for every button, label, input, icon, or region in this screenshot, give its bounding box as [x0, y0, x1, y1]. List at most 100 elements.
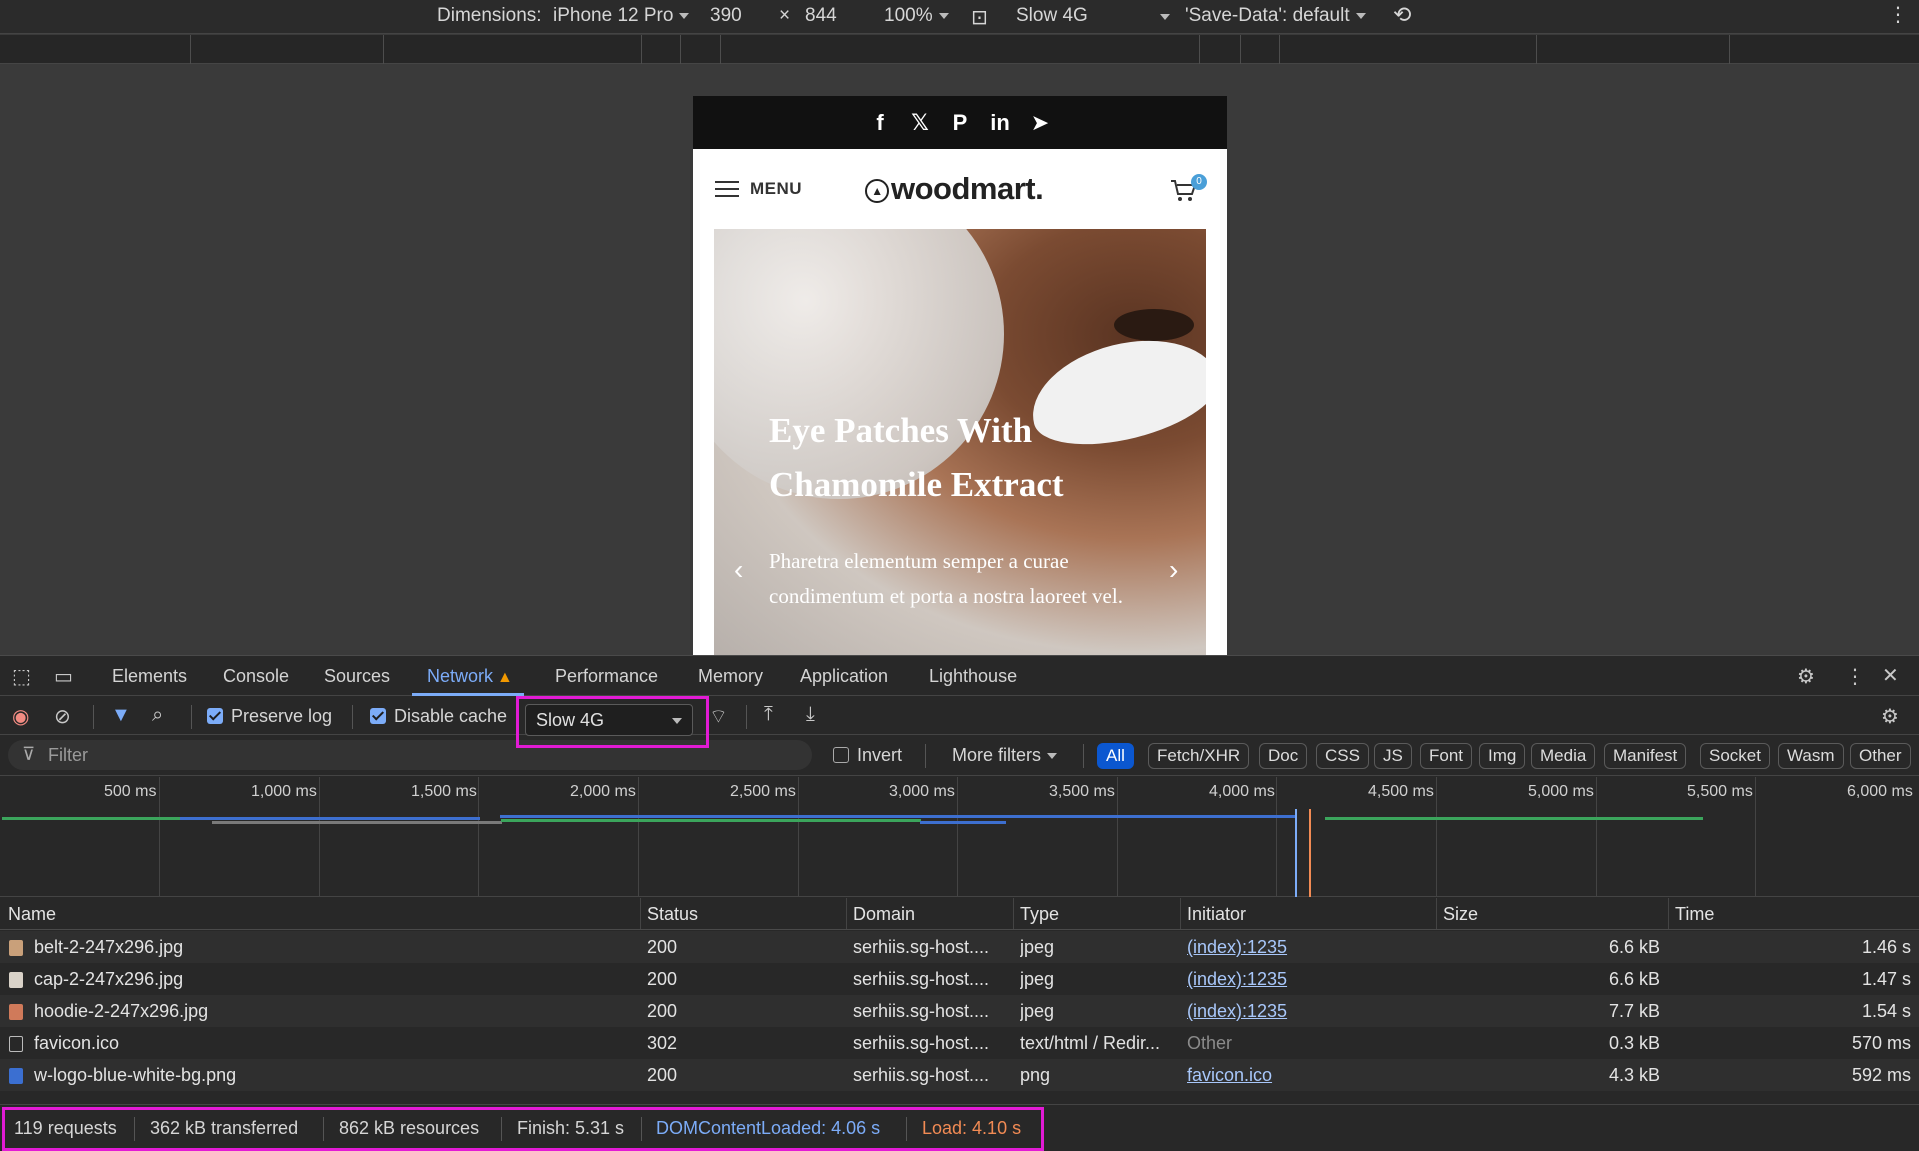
cell-domain: serhiis.sg-host.... — [853, 969, 990, 989]
chip-all[interactable]: All — [1097, 743, 1134, 769]
chip-doc[interactable]: Doc — [1259, 743, 1308, 769]
filter-icon[interactable]: ▼ — [111, 704, 131, 727]
column-time[interactable]: Time — [1675, 904, 1714, 925]
cell-initiator[interactable]: (index):1235 — [1187, 1001, 1432, 1022]
menu-label[interactable]: MENU — [750, 179, 802, 199]
tick-label: 2,500 ms — [730, 783, 796, 800]
linkedin-icon[interactable]: in — [989, 110, 1011, 136]
cell-time: 1.46 s — [1861, 937, 1911, 957]
hero-subtitle: Pharetra elementum semper a curae condim… — [769, 549, 1123, 608]
table-row[interactable]: hoodie-2-247x296.jpg 200 serhiis.sg-host..… — [0, 995, 1919, 1027]
cell-initiator[interactable]: (index):1235 — [1187, 969, 1432, 990]
cell-initiator[interactable]: favicon.ico — [1187, 1065, 1432, 1086]
table-row[interactable]: belt-2-247x296.jpg 200 serhiis.sg-host....… — [0, 931, 1919, 963]
tab-network[interactable]: Network ▲ — [427, 666, 513, 687]
chip-socket[interactable]: Socket — [1700, 743, 1770, 769]
chip-img[interactable]: Img — [1479, 743, 1526, 769]
record-stop-icon[interactable]: ◉ — [12, 704, 29, 729]
slider-next-icon[interactable]: › — [1169, 554, 1178, 586]
screenshot-icon[interactable]: ⊡ — [971, 5, 988, 30]
device-throttle-select[interactable]: Slow 4G — [1016, 5, 1170, 27]
hero-title: Eye Patches With Chamomile Extract — [769, 411, 1064, 504]
requests-count: 119 requests — [14, 1118, 117, 1138]
chevron-down-icon — [679, 12, 690, 19]
chip-fetch-xhr[interactable]: Fetch/XHR — [1148, 743, 1250, 769]
width-input[interactable]: 390 — [710, 5, 742, 27]
tab-lighthouse[interactable]: Lighthouse — [929, 666, 1017, 687]
timeline-bar — [1325, 817, 1703, 820]
search-icon[interactable]: ⌕ — [152, 704, 163, 727]
table-row[interactable]: cap-2-247x296.jpg 200 serhiis.sg-host.... j… — [0, 963, 1919, 995]
dom-content-loaded-time: DOMContentLoaded: 4.06 s — [656, 1118, 881, 1138]
chip-wasm[interactable]: Wasm — [1778, 743, 1844, 769]
tick-label: 1,500 ms — [411, 783, 477, 800]
chevron-down-icon — [1355, 12, 1366, 19]
facebook-icon[interactable]: f — [869, 110, 891, 136]
cell-time: 592 ms — [1851, 1065, 1911, 1085]
tab-console[interactable]: Console — [223, 666, 289, 687]
tab-sources[interactable]: Sources — [324, 666, 390, 687]
column-initiator[interactable]: Initiator — [1187, 904, 1246, 925]
devtools-panel: ⬚ ▭ Elements Console Sources Network ▲ Pe… — [0, 655, 1919, 1151]
active-tab-indicator — [412, 693, 524, 696]
more-options-icon[interactable]: ⋮ — [1888, 2, 1908, 27]
file-type-icon — [9, 1036, 23, 1052]
export-har-icon[interactable]: ⤓ — [806, 703, 815, 726]
disable-cache-checkbox[interactable]: Disable cache — [370, 706, 507, 727]
cell-domain: serhiis.sg-host.... — [853, 1033, 990, 1053]
more-filters-dropdown[interactable]: More filters — [952, 745, 1058, 766]
hero-image-eye — [1114, 309, 1194, 341]
load-marker — [1309, 809, 1311, 897]
cell-status: 200 — [647, 969, 678, 989]
column-type[interactable]: Type — [1020, 904, 1059, 925]
dimensions-label: Dimensions: — [437, 5, 542, 26]
slider-prev-icon[interactable]: ‹ — [734, 554, 743, 586]
cell-initiator[interactable]: (index):1235 — [1187, 937, 1432, 958]
telegram-icon[interactable]: ➤ — [1029, 110, 1051, 136]
clear-icon[interactable]: ⊘ — [54, 704, 71, 729]
invert-checkbox[interactable]: Invert — [833, 745, 902, 766]
network-overview-timeline[interactable]: 500 ms 1,000 ms 1,500 ms 2,000 ms 2,500 … — [0, 777, 1919, 897]
inspect-element-icon[interactable]: ⬚ — [12, 664, 31, 689]
gear-icon[interactable]: ⚙ — [1797, 664, 1815, 689]
table-row[interactable]: w-logo-blue-white-bg.png 200 serhiis.sg-ho… — [0, 1059, 1919, 1091]
close-icon[interactable]: ✕ — [1882, 663, 1899, 688]
network-settings-gear-icon[interactable]: ⚙ — [1881, 704, 1899, 729]
file-type-icon — [9, 1004, 23, 1020]
zoom-select[interactable]: 100% — [884, 5, 949, 27]
pinterest-icon[interactable]: P — [949, 110, 971, 136]
column-size[interactable]: Size — [1443, 904, 1478, 925]
column-status[interactable]: Status — [647, 904, 698, 925]
chip-js[interactable]: JS — [1374, 743, 1412, 769]
x-icon[interactable]: 𝕏 — [909, 110, 931, 136]
chip-manifest[interactable]: Manifest — [1604, 743, 1687, 769]
more-options-icon[interactable]: ⋮ — [1845, 664, 1865, 689]
tick-label: 6,000 ms — [1847, 783, 1913, 800]
site-header: MENU ▲ woodmart. 0 — [693, 149, 1227, 229]
timeline-bar — [501, 819, 921, 822]
rotate-icon[interactable]: ⟲ — [1393, 2, 1411, 28]
height-input[interactable]: 844 — [805, 5, 837, 27]
tick-label: 4,000 ms — [1209, 783, 1275, 800]
chip-font[interactable]: Font — [1420, 743, 1473, 769]
import-har-icon[interactable]: ⤒ — [764, 703, 773, 726]
chip-media[interactable]: Media — [1531, 743, 1596, 769]
save-data-select[interactable]: 'Save-Data': default — [1185, 5, 1366, 27]
device-toggle-icon[interactable]: ▭ — [54, 664, 73, 689]
cell-status: 200 — [647, 1001, 678, 1021]
tab-application[interactable]: Application — [800, 666, 888, 687]
preserve-log-checkbox[interactable]: Preserve log — [207, 706, 332, 727]
hamburger-icon[interactable] — [715, 181, 739, 199]
site-logo[interactable]: ▲ woodmart. — [865, 171, 1044, 207]
tab-performance[interactable]: Performance — [555, 666, 658, 687]
tab-elements[interactable]: Elements — [112, 666, 187, 687]
device-select[interactable]: iPhone 12 Pro — [553, 5, 690, 27]
timeline-bar — [180, 817, 480, 820]
network-conditions-icon[interactable]: ⌔ — [709, 704, 728, 729]
chip-css[interactable]: CSS — [1316, 743, 1369, 769]
column-name[interactable]: Name — [8, 904, 56, 925]
column-domain[interactable]: Domain — [853, 904, 915, 925]
tab-memory[interactable]: Memory — [698, 666, 763, 687]
table-row[interactable]: favicon.ico 302 serhiis.sg-host.... text/ht… — [0, 1027, 1919, 1059]
chip-other[interactable]: Other — [1850, 743, 1911, 769]
